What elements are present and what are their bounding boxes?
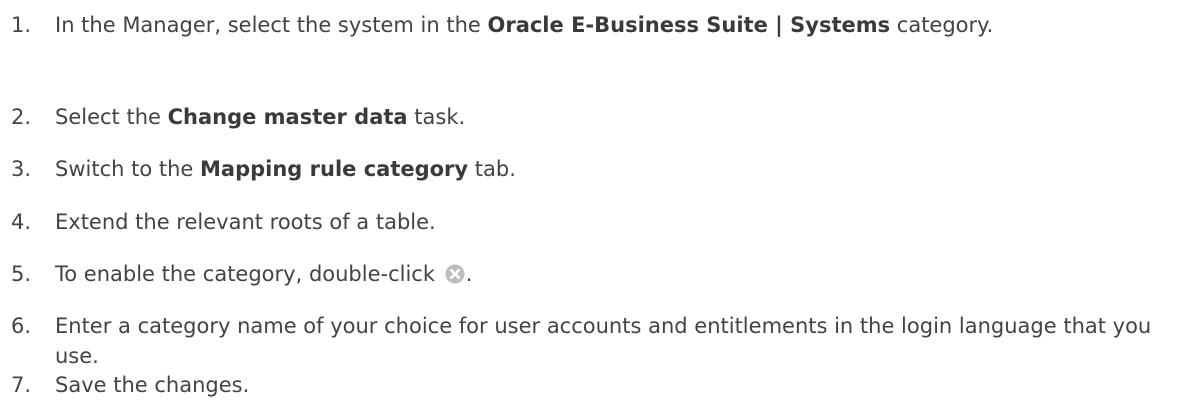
- ui-element-name: Mapping rule category: [200, 157, 469, 181]
- step-text: Select the Change master data task.: [38, 102, 1179, 132]
- step-number: 5.: [11, 262, 32, 286]
- step-text: In the Manager, select the system in the…: [38, 10, 1179, 40]
- step-7: 7. Save the changes.: [0, 370, 1179, 400]
- step-text-after: category.: [890, 13, 994, 37]
- step-number: 3.: [11, 157, 32, 181]
- step-text-before: Switch to the: [55, 157, 201, 181]
- step-5: 5. To enable the category, double-click …: [0, 259, 1179, 289]
- step-number: 1.: [11, 13, 32, 37]
- step-number: 6.: [11, 314, 32, 338]
- ui-element-name: Change master data: [167, 105, 408, 129]
- step-text-before: In the Manager, select the system in the: [55, 13, 488, 37]
- step-text-after: .: [465, 262, 473, 286]
- step-text: Switch to the Mapping rule category tab.: [38, 154, 1179, 184]
- step-text: Enter a category name of your choice for…: [55, 314, 1152, 368]
- step-text-before: To enable the category, double-click: [55, 262, 442, 286]
- step-text: To enable the category, double-click .: [38, 259, 1179, 289]
- step-4: 4. Extend the relevant roots of a table.: [0, 207, 1179, 237]
- step-2: 2. Select the Change master data task.: [0, 102, 1179, 132]
- step-6: 6. Enter a category name of your choice …: [0, 311, 1179, 371]
- step-number: 2.: [11, 105, 32, 129]
- step-text-before: Select the: [55, 105, 168, 129]
- ui-element-name: Oracle E-Business Suite | Systems: [487, 13, 891, 37]
- step-number: 4.: [11, 210, 32, 234]
- step-number: 7.: [11, 373, 32, 397]
- step-text: Extend the relevant roots of a table.: [55, 210, 436, 234]
- step-text-after: tab.: [468, 157, 516, 181]
- step-text-after: task.: [407, 105, 466, 129]
- step-1: 1. In the Manager, select the system in …: [0, 10, 1179, 40]
- disabled-x-circle-icon: [445, 262, 465, 284]
- step-3: 3. Switch to the Mapping rule category t…: [0, 154, 1179, 184]
- step-text: Save the changes.: [55, 373, 250, 397]
